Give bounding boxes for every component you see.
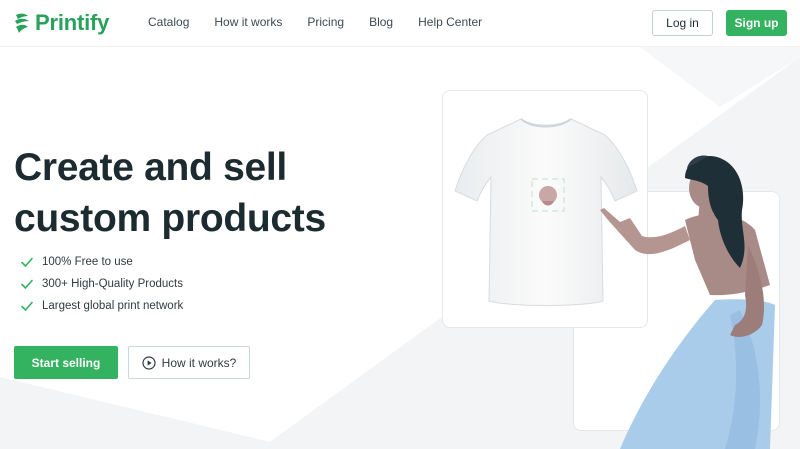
check-icon [20,255,34,269]
main-nav: Catalog How it works Pricing Blog Help C… [148,15,507,29]
feature-item: 100% Free to use [20,251,183,273]
nav-how-it-works[interactable]: How it works [214,15,282,29]
feature-label: 100% Free to use [42,256,133,268]
printify-logo-icon [13,11,31,35]
logo-link[interactable]: Printify [13,9,109,37]
nav-help-center[interactable]: Help Center [418,15,482,29]
top-navigation-bar: Printify Catalog How it works Pricing Bl… [0,0,800,47]
feature-item: Largest global print network [20,295,183,317]
person-illustration [600,155,775,449]
login-button[interactable]: Log in [652,10,713,36]
feature-label: 300+ High-Quality Products [42,278,183,290]
check-icon [20,299,34,313]
hero-title: Create and sell custom products [14,142,434,244]
play-circle-icon [142,355,156,370]
signup-button[interactable]: Sign up [726,10,787,36]
check-icon [20,277,34,291]
feature-item: 300+ High-Quality Products [20,273,183,295]
hero-title-line-1: Create and sell [14,146,287,189]
how-it-works-label: How it works? [161,355,237,370]
nav-pricing[interactable]: Pricing [307,15,344,29]
logo-text: Printify [35,10,110,35]
feature-label: Largest global print network [42,300,184,312]
hero-title-line-2: custom products [14,197,326,240]
nav-blog[interactable]: Blog [369,15,393,29]
nav-catalog[interactable]: Catalog [148,15,189,29]
feature-list: 100% Free to use 300+ High-Quality Produ… [20,251,183,317]
how-it-works-button[interactable]: How it works? [128,346,250,379]
start-selling-button[interactable]: Start selling [14,346,118,379]
